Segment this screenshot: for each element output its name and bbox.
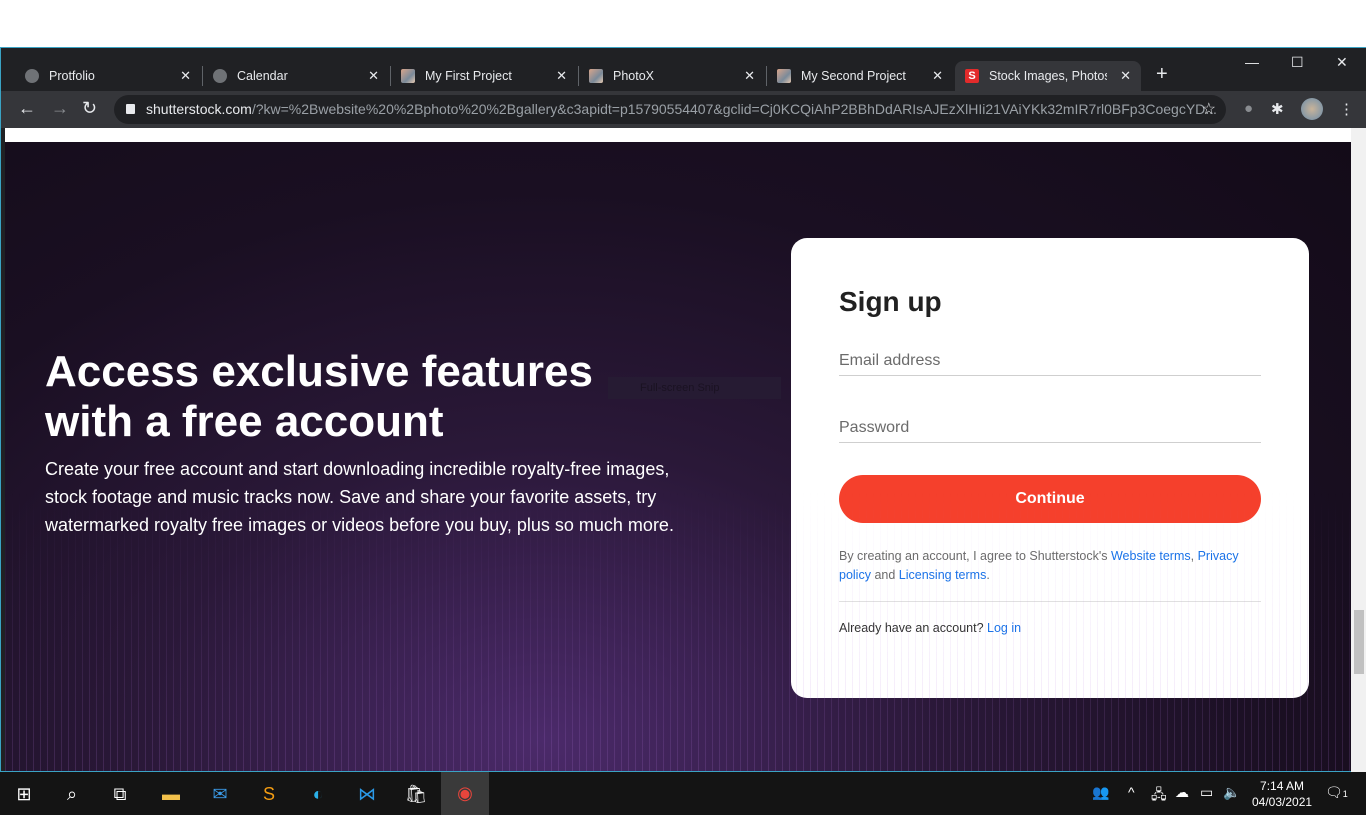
hero-title: Access exclusive features with a free ac… bbox=[45, 347, 593, 446]
tab-label: My First Project bbox=[425, 69, 512, 83]
close-tab-icon[interactable]: ✕ bbox=[180, 68, 191, 84]
sublime-text-icon[interactable]: S bbox=[255, 780, 283, 808]
hero-section: Access exclusive features with a free ac… bbox=[5, 142, 1351, 771]
start-windows-icon[interactable]: ⊞ bbox=[10, 780, 38, 808]
licensing-terms-link[interactable]: Licensing terms bbox=[899, 568, 987, 582]
file-explorer-icon[interactable]: ▬ bbox=[157, 780, 185, 808]
signup-card: Sign up Email address Password Continue … bbox=[791, 238, 1309, 698]
search-icon[interactable]: ⌕ bbox=[58, 780, 86, 808]
snip-tooltip: Full-screen Snip bbox=[608, 377, 781, 399]
tab-label: Calendar bbox=[237, 69, 288, 83]
extension-icon[interactable]: ● bbox=[1244, 100, 1253, 117]
project-thumbnail-icon bbox=[589, 69, 603, 83]
login-prompt: Already have an account? Log in bbox=[839, 621, 1021, 635]
store-icon[interactable]: 🛍 bbox=[402, 780, 430, 808]
terms-text: By creating an account, I agree to Shutt… bbox=[839, 547, 1261, 585]
clock-date: 04/03/2021 bbox=[1252, 795, 1313, 809]
globe-icon bbox=[213, 69, 227, 83]
chrome-icon[interactable]: ◉ bbox=[441, 772, 489, 815]
signup-title: Sign up bbox=[839, 286, 942, 317]
scrollbar-thumb[interactable] bbox=[1354, 610, 1364, 674]
browser-window: Protfolio ✕ Calendar ✕ My First Project ✕ P… bbox=[0, 47, 1366, 773]
terms-prefix: By creating an account, I agree to Shutt… bbox=[839, 549, 1111, 563]
terms-comma: , bbox=[1190, 549, 1198, 563]
battery-icon[interactable]: ▭ bbox=[1200, 784, 1213, 801]
tab-shutterstock[interactable]: S Stock Images, Photos, V ✕ bbox=[955, 61, 1141, 91]
tab-bar: Protfolio ✕ Calendar ✕ My First Project ✕ P… bbox=[1, 48, 1366, 91]
lock-icon bbox=[126, 104, 135, 114]
bookmark-star-icon[interactable]: ☆ bbox=[1202, 95, 1216, 124]
desktop-background bbox=[0, 0, 1366, 47]
notification-count: 1 bbox=[1342, 789, 1348, 799]
close-tab-icon[interactable]: ✕ bbox=[932, 68, 943, 84]
project-thumbnail-icon bbox=[777, 69, 791, 83]
tab-my-first-project[interactable]: My First Project ✕ bbox=[391, 61, 577, 91]
clock-time: 7:14 AM bbox=[1260, 779, 1305, 793]
url-host: shutterstock.com bbox=[146, 101, 252, 117]
new-tab-button[interactable]: + bbox=[1156, 63, 1168, 86]
login-link[interactable]: Log in bbox=[987, 621, 1021, 635]
email-field[interactable]: Email address bbox=[839, 346, 1261, 376]
terms-and: and bbox=[870, 568, 899, 582]
chevron-up-icon[interactable]: ^ bbox=[1128, 784, 1135, 800]
browser-toolbar: ← → ↻ shutterstock.com/?kw=%2Bwebsite%20… bbox=[1, 91, 1366, 128]
network-icon[interactable]: 🖧 bbox=[1151, 784, 1167, 808]
notifications-icon[interactable]: 🗨1 bbox=[1325, 784, 1348, 801]
extensions-puzzle-icon[interactable]: ✱ bbox=[1271, 100, 1284, 118]
close-tab-icon[interactable]: ✕ bbox=[368, 68, 379, 84]
tab-label: My Second Project bbox=[801, 69, 906, 83]
tab-label: PhotoX bbox=[613, 69, 655, 83]
edge-icon[interactable]: ◐ bbox=[304, 780, 332, 808]
close-window-button[interactable]: ✕ bbox=[1336, 54, 1348, 71]
web-page: Access exclusive features with a free ac… bbox=[5, 128, 1351, 771]
mail-icon[interactable]: ✉ bbox=[206, 780, 234, 808]
menu-kebab-icon[interactable]: ⋮ bbox=[1339, 100, 1354, 118]
tab-protfolio[interactable]: Protfolio ✕ bbox=[15, 61, 201, 91]
onedrive-cloud-icon[interactable]: ☁ bbox=[1175, 784, 1189, 801]
tab-photox[interactable]: PhotoX ✕ bbox=[579, 61, 765, 91]
people-icon[interactable]: 👥 bbox=[1092, 784, 1109, 801]
hero-subtitle: Create your free account and start downl… bbox=[45, 459, 674, 535]
forward-button[interactable]: → bbox=[51, 98, 69, 119]
reload-button[interactable]: ↻ bbox=[82, 98, 97, 119]
vscode-icon[interactable]: ⋈ bbox=[353, 780, 381, 808]
task-view-icon[interactable]: ⧉ bbox=[106, 780, 134, 808]
back-button[interactable]: ← bbox=[18, 98, 36, 119]
volume-icon[interactable]: 🔈 bbox=[1223, 784, 1240, 801]
profile-avatar[interactable] bbox=[1301, 98, 1323, 120]
globe-icon bbox=[25, 69, 39, 83]
tab-label: Protfolio bbox=[49, 69, 95, 83]
url-path: /?kw=%2Bwebsite%20%2Bphoto%20%2Bgallery&… bbox=[251, 101, 1217, 117]
tab-calendar[interactable]: Calendar ✕ bbox=[203, 61, 389, 91]
address-bar[interactable]: shutterstock.com/?kw=%2Bwebsite%20%2Bpho… bbox=[114, 95, 1226, 124]
tab-my-second-project[interactable]: My Second Project ✕ bbox=[767, 61, 953, 91]
divider bbox=[839, 601, 1261, 602]
continue-button[interactable]: Continue bbox=[839, 475, 1261, 523]
website-terms-link[interactable]: Website terms bbox=[1111, 549, 1191, 563]
close-tab-icon[interactable]: ✕ bbox=[744, 68, 755, 84]
password-field[interactable]: Password bbox=[839, 413, 1261, 443]
project-thumbnail-icon bbox=[401, 69, 415, 83]
close-tab-icon[interactable]: ✕ bbox=[1120, 68, 1131, 84]
login-prompt-text: Already have an account? bbox=[839, 621, 988, 635]
shutterstock-icon: S bbox=[965, 69, 979, 83]
page-scrollbar[interactable] bbox=[1351, 128, 1366, 773]
privacy-policy-link[interactable]: Privacy policy bbox=[839, 549, 1239, 582]
maximize-button[interactable]: ☐ bbox=[1291, 54, 1304, 71]
clock[interactable]: 7:14 AM 04/03/2021 bbox=[1252, 778, 1312, 810]
taskbar: ⊞ ⌕ ⧉ ▬ ✉ S ◐ ⋈ 🛍 ◉ 👥 ^ 🖧 ☁ ▭ 🔈 7:14 AM 0… bbox=[0, 772, 1366, 815]
close-tab-icon[interactable]: ✕ bbox=[556, 68, 567, 84]
tab-label: Stock Images, Photos, V bbox=[989, 69, 1107, 83]
terms-period: . bbox=[986, 568, 990, 582]
minimize-button[interactable]: — bbox=[1245, 54, 1259, 70]
